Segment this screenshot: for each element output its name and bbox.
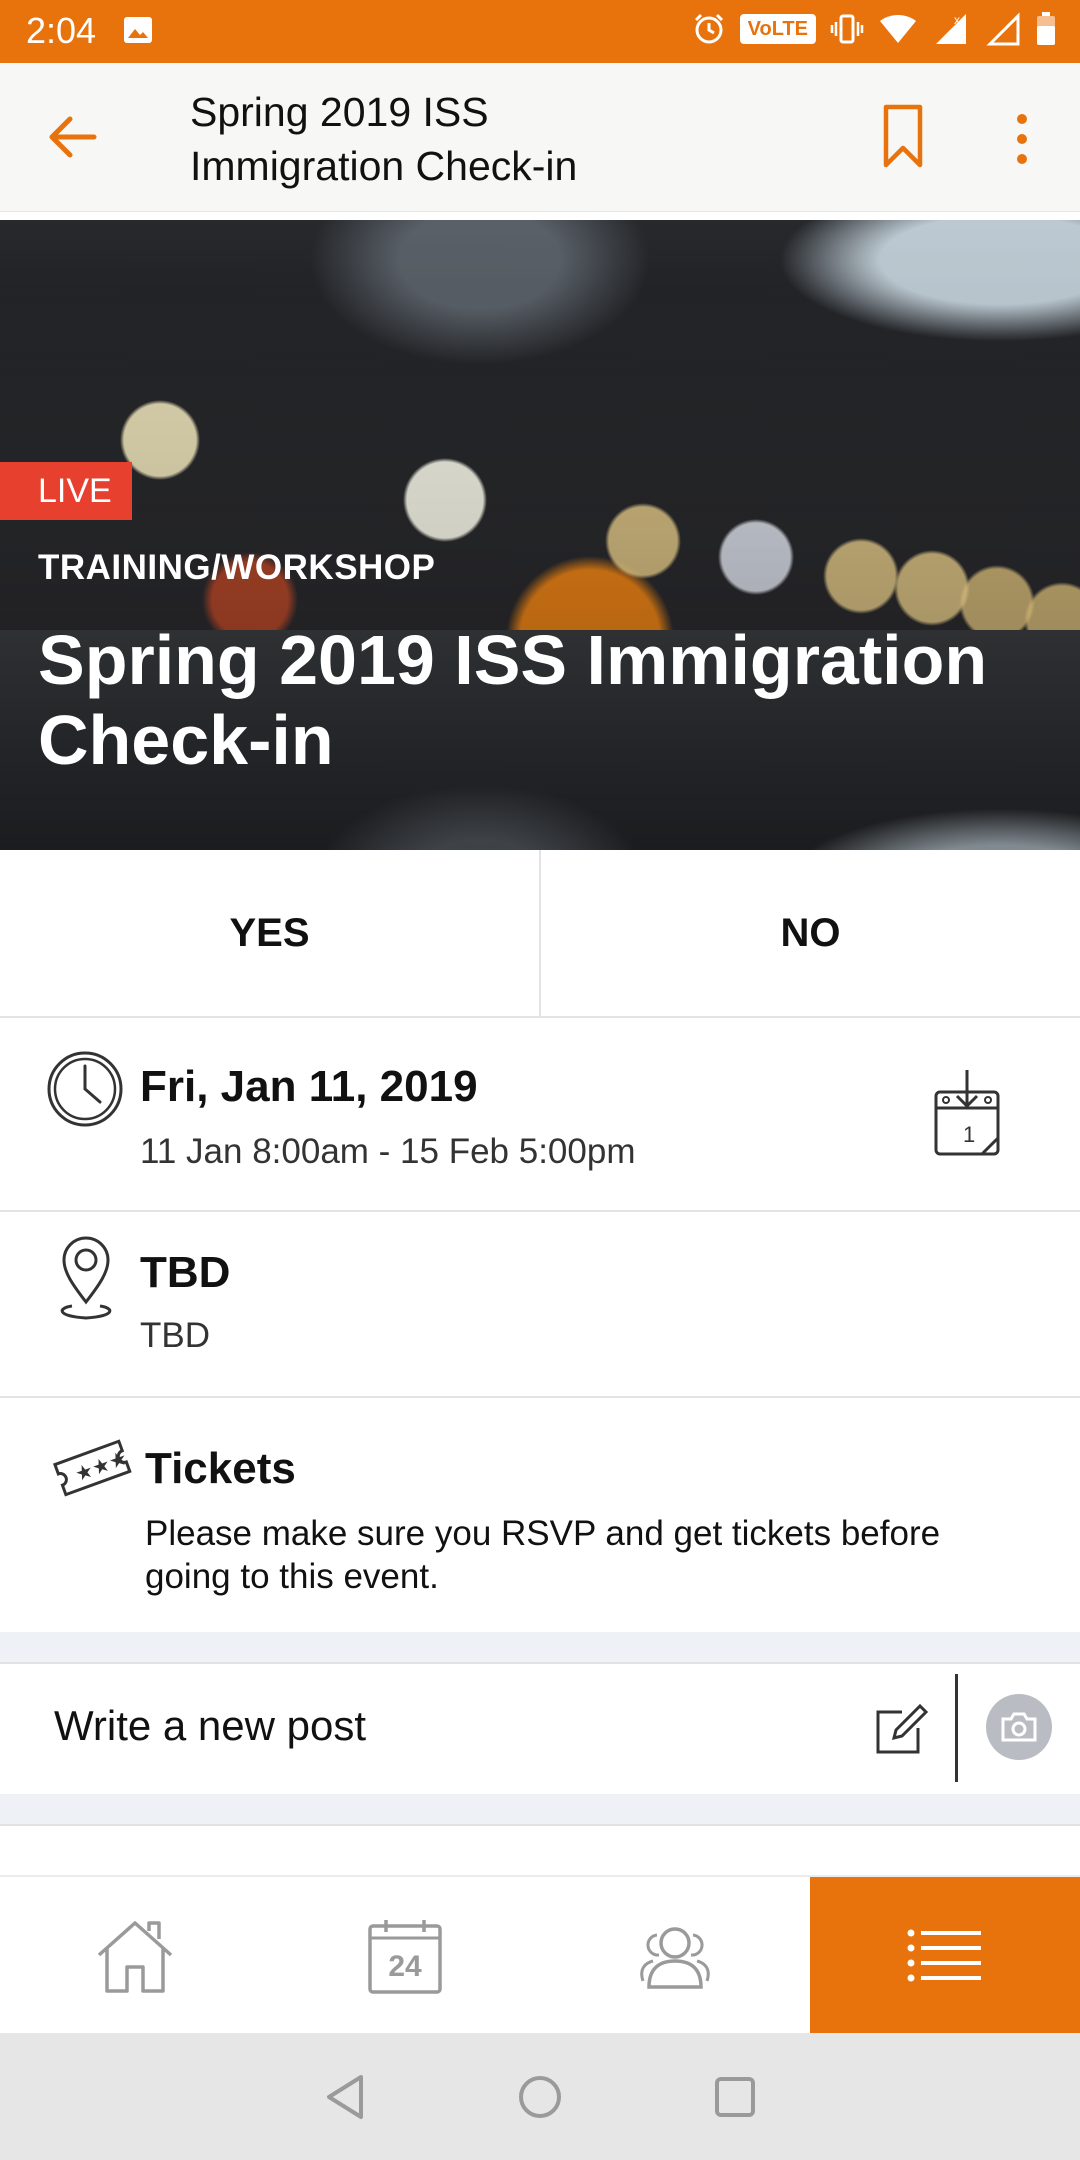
wifi-icon: [878, 13, 918, 45]
tickets-row: ★★★ Tickets Please make sure you RSVP an…: [0, 1398, 1080, 1634]
bottom-navigation: 24: [0, 1875, 1080, 2035]
circle-home-icon: [519, 2075, 561, 2118]
list-menu-icon: [907, 1929, 981, 1982]
camera-button[interactable]: [986, 1694, 1052, 1760]
signal-secondary-icon: [986, 12, 1022, 46]
network-label: x: [954, 13, 960, 27]
volte-icon: VoLTE: [739, 14, 816, 44]
image-notification-icon: [123, 16, 153, 44]
nav-calendar[interactable]: 24: [270, 1877, 540, 2035]
system-back-button[interactable]: [323, 2073, 367, 2121]
page-title: Spring 2019 ISS Immigration Check-in: [190, 89, 578, 189]
rsvp-bar: YES NO: [0, 850, 1080, 1018]
people-icon: [640, 1927, 710, 1989]
section-gap: [0, 1632, 1080, 1662]
add-to-calendar-button[interactable]: 1: [932, 1068, 1002, 1158]
status-time: 2:04: [26, 10, 97, 51]
app-bar: Spring 2019 ISS Immigration Check-in: [0, 63, 1080, 212]
divider: [0, 1824, 1080, 1826]
event-location-row: TBD TBD: [0, 1212, 1080, 1398]
tickets-description: Please make sure you RSVP and get ticket…: [145, 1514, 941, 1596]
vibrate-icon: [830, 12, 864, 46]
event-date-row: Fri, Jan 11, 2019 11 Jan 8:00am - 15 Feb…: [0, 1018, 1080, 1212]
location-pin-icon: [52, 1232, 120, 1324]
bookmark-button[interactable]: [880, 103, 926, 171]
nav-home[interactable]: [0, 1877, 270, 2035]
event-time-range: 11 Jan 8:00am - 15 Feb 5:00pm: [140, 1132, 636, 1171]
battery-icon: [1036, 12, 1056, 46]
system-home-button[interactable]: [517, 2074, 563, 2120]
event-date: Fri, Jan 11, 2019: [140, 1062, 478, 1111]
nav-menu[interactable]: [810, 1877, 1080, 2035]
calendar-icon: 24: [368, 1920, 442, 1994]
section-gap-lower: [0, 1794, 1080, 1824]
event-title: Spring 2019 ISS Immigration Check-in: [38, 621, 988, 779]
more-vert-icon: [1017, 114, 1027, 164]
compose-button[interactable]: [872, 1702, 928, 1758]
calendar-download-icon: 1: [934, 1070, 1000, 1156]
bookmark-icon: [883, 104, 923, 168]
clock-icon: [46, 1050, 124, 1128]
new-post-bar[interactable]: Write a new post: [0, 1662, 1080, 1796]
camera-icon: [1001, 1712, 1037, 1742]
calendar-nav-day: 24: [388, 1950, 422, 1983]
home-icon: [97, 1921, 173, 1993]
edit-icon: [876, 1703, 928, 1754]
system-navigation-bar: [0, 2033, 1080, 2160]
ticket-icon: ★★★: [52, 1432, 132, 1502]
square-recents-icon: [715, 2076, 755, 2117]
rsvp-yes-button[interactable]: YES: [0, 850, 541, 1016]
live-badge: LIVE: [0, 462, 132, 520]
nav-groups[interactable]: [540, 1877, 810, 2035]
event-hero-image: LIVE TRAINING/WORKSHOP Spring 2019 ISS I…: [0, 220, 1080, 850]
location-title: TBD: [140, 1248, 231, 1297]
rsvp-no-button[interactable]: NO: [541, 850, 1080, 1016]
new-post-placeholder[interactable]: Write a new post: [54, 1702, 366, 1750]
signal-icon: x: [932, 12, 972, 46]
location-detail: TBD: [140, 1316, 210, 1355]
more-options-button[interactable]: [1004, 109, 1040, 169]
tickets-title: Tickets: [145, 1444, 296, 1493]
event-category: TRAINING/WORKSHOP: [38, 548, 436, 587]
alarm-icon: [692, 12, 726, 46]
calendar-icon-day: 1: [963, 1122, 975, 1147]
system-recents-button[interactable]: [713, 2075, 757, 2119]
triangle-back-icon: [327, 2074, 363, 2119]
arrow-back-icon: [49, 116, 97, 158]
post-divider: [955, 1674, 958, 1782]
back-button[interactable]: [44, 109, 100, 165]
status-bar: 2:04 VoLTE x: [0, 0, 1080, 63]
